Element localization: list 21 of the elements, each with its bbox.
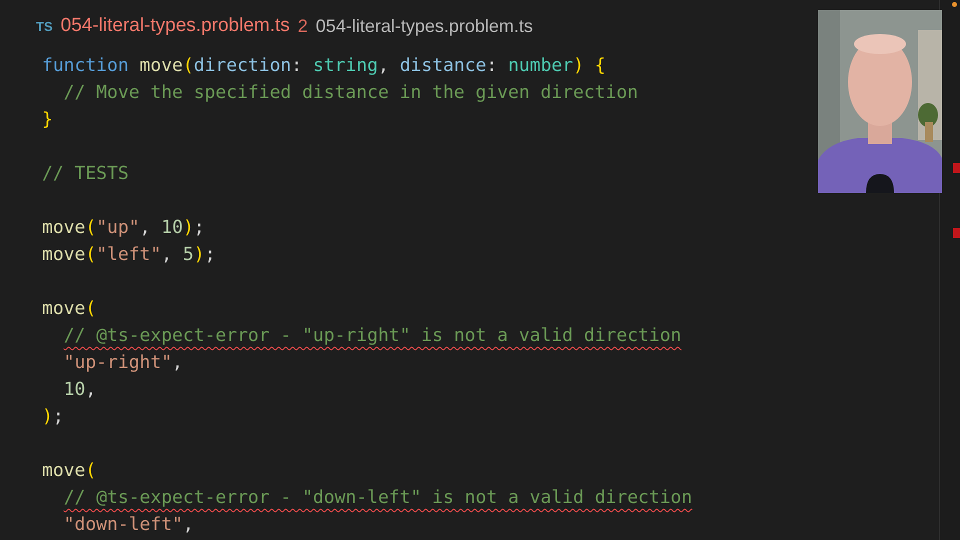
code-line: // @ts-expect-error - "up-right" is not a valid direction xyxy=(62,325,682,346)
code-line: move( xyxy=(42,298,96,319)
breadcrumb: 054-literal-types.problem.ts xyxy=(316,16,533,36)
code-line: function move(direction: string, distance: number) { xyxy=(42,55,606,76)
code-line: move( xyxy=(42,460,96,481)
problem-count: 2 xyxy=(298,16,308,36)
error-marker xyxy=(953,228,960,238)
modified-dot-icon xyxy=(952,2,957,7)
code-line: ); xyxy=(42,406,64,427)
code-line: move("left", 5); xyxy=(42,244,216,265)
code-line: // @ts-expect-error - "down-left" is not a valid direction xyxy=(62,487,692,508)
code-line: // Move the specified distance in the given direction xyxy=(62,82,638,103)
code-line: "up-right", xyxy=(62,352,183,373)
code-line: 10, xyxy=(62,379,96,400)
code-line: } xyxy=(42,109,53,130)
code-line: // TESTS xyxy=(42,163,129,184)
tab-filename: 054-literal-types.problem.ts xyxy=(60,15,290,37)
typescript-icon: TS xyxy=(36,18,53,34)
code-line: move("up", 10); xyxy=(42,217,205,238)
code-line: "down-left", xyxy=(62,514,194,535)
error-marker xyxy=(953,163,960,173)
